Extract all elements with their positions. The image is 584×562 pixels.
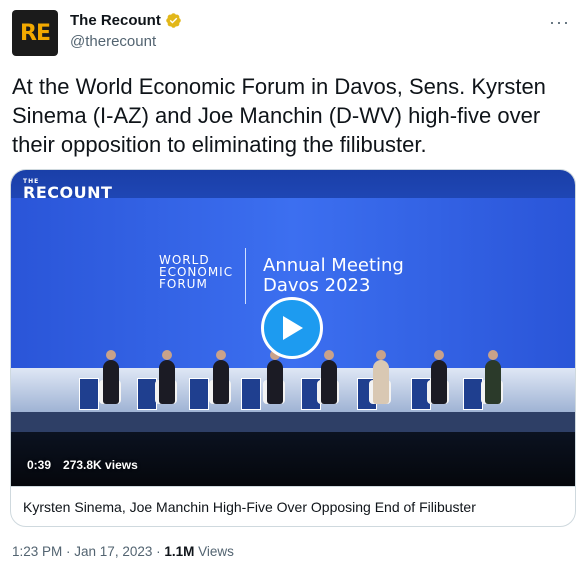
account-name[interactable]: The Recount	[70, 12, 161, 29]
tweet-text: At the World Economic Forum in Davos, Se…	[12, 74, 546, 157]
more-options-icon[interactable]: ···	[549, 12, 570, 33]
panelist	[321, 350, 337, 404]
recount-logo: THE RECOUNT	[23, 178, 112, 202]
logo-divider	[245, 248, 246, 304]
panelist	[103, 350, 119, 404]
panelist	[267, 350, 283, 404]
meta-separator: ·	[152, 544, 165, 559]
avatar[interactable]: RE	[12, 10, 58, 56]
stage-panel	[137, 378, 157, 410]
meta-separator: ·	[62, 544, 75, 559]
tweet-meta: 1:23 PM · Jan 17, 2023 · 1.1M Views	[12, 544, 234, 559]
account-name-row[interactable]: The Recount	[70, 12, 182, 29]
video-card[interactable]: THE RECOUNT WORLD ECONOMIC FORUM Annual …	[10, 169, 576, 527]
tweet-date[interactable]: Jan 17, 2023	[74, 544, 152, 559]
stage-panel	[241, 378, 261, 410]
annual-meeting-text: Annual Meeting Davos 2023	[263, 256, 404, 296]
video-player[interactable]: THE RECOUNT WORLD ECONOMIC FORUM Annual …	[11, 170, 575, 486]
wef-logo: WORLD ECONOMIC FORUM	[159, 254, 233, 290]
video-views: 273.8K views	[63, 458, 138, 472]
video-title[interactable]: Kyrsten Sinema, Joe Manchin High-Five Ov…	[11, 486, 575, 526]
account-handle[interactable]: @therecount	[70, 33, 156, 50]
panelist	[431, 350, 447, 404]
panelist	[159, 350, 175, 404]
tweet-time[interactable]: 1:23 PM	[12, 544, 62, 559]
view-count: 1.1M	[164, 544, 195, 559]
panelist	[373, 350, 389, 404]
annual-line1: Annual Meeting	[263, 255, 404, 276]
stage-panel	[463, 378, 483, 410]
panelist	[485, 350, 501, 404]
video-stats: 0:39 273.8K views	[27, 458, 138, 472]
annual-line2: Davos 2023	[263, 275, 371, 296]
stage-panel	[79, 378, 99, 410]
play-icon	[283, 316, 303, 340]
recount-logo-text: RECOUNT	[23, 183, 113, 202]
stage-panel	[189, 378, 209, 410]
verified-badge-icon	[166, 13, 181, 28]
views-label: Views	[194, 544, 234, 559]
video-duration: 0:39	[27, 458, 52, 472]
stage-floor	[11, 412, 575, 432]
play-button[interactable]	[261, 297, 323, 359]
panelist	[213, 350, 229, 404]
wef-line3: FORUM	[159, 277, 208, 291]
